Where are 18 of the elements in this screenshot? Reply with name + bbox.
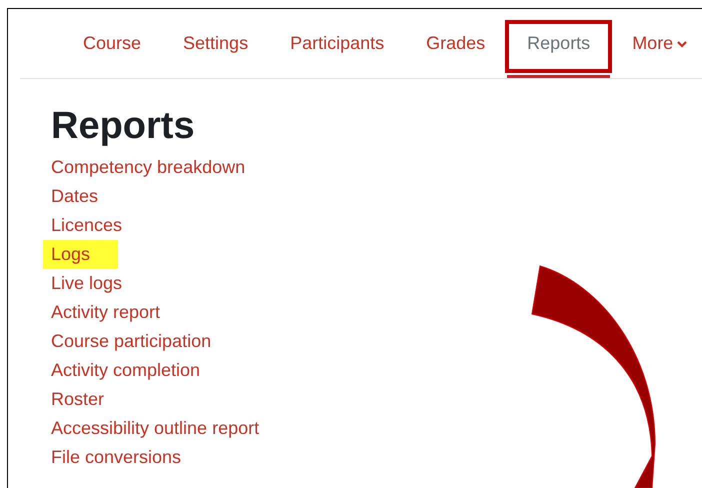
- nav-tab[interactable]: More: [612, 9, 702, 78]
- report-link[interactable]: File conversions: [51, 443, 182, 472]
- report-link[interactable]: Roster: [51, 385, 104, 414]
- report-link[interactable]: Licences: [51, 211, 122, 240]
- nav-tab[interactable]: Course: [63, 9, 162, 78]
- page-heading: Reports: [51, 104, 196, 149]
- report-link[interactable]: Live logs: [51, 269, 122, 298]
- nav-tab[interactable]: Grades: [406, 9, 506, 78]
- report-link[interactable]: Activity completion: [51, 356, 200, 385]
- nav-tab[interactable]: Settings: [163, 9, 268, 78]
- report-link[interactable]: Accessibility outline report: [51, 414, 260, 443]
- report-link[interactable]: Dates: [51, 182, 98, 211]
- report-link[interactable]: Logs: [43, 240, 118, 269]
- report-link[interactable]: Activity report: [51, 298, 160, 327]
- nav-tab[interactable]: Participants: [270, 9, 404, 78]
- report-link[interactable]: Course participation: [51, 327, 212, 356]
- report-link[interactable]: Competency breakdown: [51, 153, 246, 182]
- nav-tab[interactable]: Reports: [507, 9, 610, 78]
